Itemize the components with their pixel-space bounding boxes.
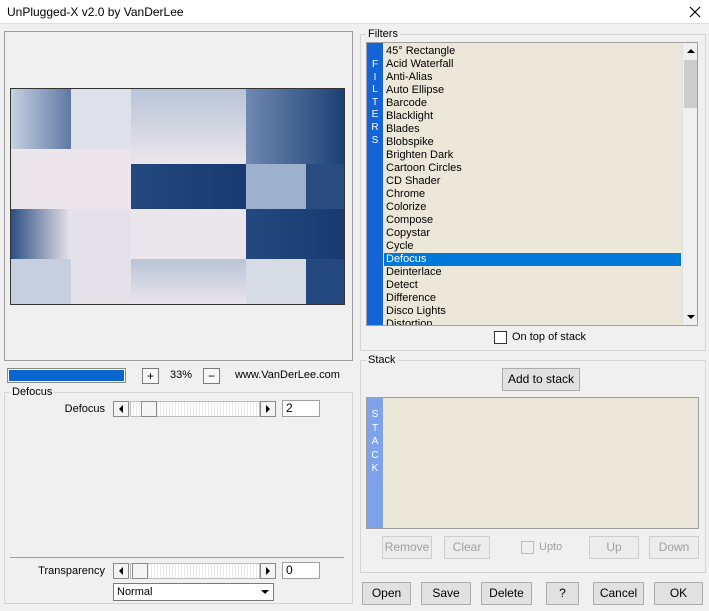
preview-picture	[11, 89, 344, 304]
filter-item[interactable]: 45° Rectangle	[384, 45, 681, 58]
filters-strip-letter: I	[373, 71, 377, 83]
down-button[interactable]: Down	[649, 536, 699, 559]
filter-item[interactable]: Anti-Alias	[384, 71, 681, 84]
triangle-down-icon	[687, 315, 695, 319]
transparency-increase-button[interactable]	[260, 563, 276, 579]
upto-label: Upto	[539, 541, 563, 553]
filter-item[interactable]: Copystar	[384, 227, 681, 240]
filter-item[interactable]: Acid Waterfall	[384, 58, 681, 71]
remove-button[interactable]: Remove	[382, 536, 432, 559]
filters-legend: Filters	[366, 28, 400, 40]
arrow-left-icon	[119, 405, 123, 413]
add-to-stack-button[interactable]: Add to stack	[502, 368, 580, 391]
filter-item[interactable]: Deinterlace	[384, 266, 681, 279]
stack-strip-letter: C	[371, 449, 379, 461]
filter-item[interactable]: Defocus	[384, 253, 681, 266]
zoom-level: 33%	[170, 369, 193, 381]
blend-mode-select[interactable]: Normal	[113, 583, 274, 601]
filter-item[interactable]: Auto Ellipse	[384, 84, 681, 97]
transparency-slider-thumb[interactable]	[132, 563, 148, 579]
on-top-of-stack-label: On top of stack	[512, 331, 586, 343]
transparency-value-field[interactable]: 0	[282, 562, 320, 579]
upto-checkbox[interactable]	[521, 541, 534, 554]
delete-button[interactable]: Delete	[481, 582, 532, 605]
defocus-increase-button[interactable]	[260, 401, 276, 417]
filter-item[interactable]: Cartoon Circles	[384, 162, 681, 175]
open-button[interactable]: Open	[362, 582, 411, 605]
cancel-button[interactable]: Cancel	[593, 582, 644, 605]
scroll-up-button[interactable]	[683, 43, 697, 59]
triangle-up-icon	[687, 49, 695, 53]
defocus-decrease-button[interactable]	[113, 401, 129, 417]
stack-side-strip: STACK	[367, 398, 383, 528]
preview-image[interactable]	[10, 88, 345, 305]
stack-strip-letter: K	[371, 463, 379, 474]
filter-item[interactable]: Blobspike	[384, 136, 681, 149]
filters-strip-letter: E	[371, 109, 379, 121]
filter-item[interactable]: Distortion	[384, 318, 681, 325]
filters-strip-letter: R	[371, 121, 379, 133]
filter-item[interactable]: Blades	[384, 123, 681, 136]
settings-legend: Defocus	[10, 386, 55, 398]
filters-strip-letter: T	[371, 96, 379, 108]
filter-item[interactable]: Disco Lights	[384, 305, 681, 318]
scroll-thumb[interactable]	[684, 60, 697, 108]
blend-mode-value: Normal	[117, 586, 153, 598]
stack-strip-letter: T	[371, 422, 379, 434]
transparency-label: Transparency	[38, 565, 105, 577]
save-button[interactable]: Save	[421, 582, 471, 605]
defocus-value-field[interactable]: 2	[282, 400, 320, 417]
defocus-slider-thumb[interactable]	[140, 401, 157, 417]
transparency-decrease-button[interactable]	[113, 563, 129, 579]
filters-vertical-label: FILTERS	[367, 43, 383, 147]
zoom-in-button[interactable]: +	[142, 368, 159, 384]
render-progress-bar	[7, 368, 126, 383]
stack-strip-letter: A	[371, 436, 379, 447]
arrow-right-icon	[266, 567, 270, 575]
filter-item[interactable]: Compose	[384, 214, 681, 227]
up-button[interactable]: Up	[589, 536, 639, 559]
filters-strip-letter: S	[371, 134, 379, 146]
clear-button[interactable]: Clear	[444, 536, 490, 559]
close-button[interactable]	[684, 2, 706, 22]
filter-item[interactable]: Brighten Dark	[384, 149, 681, 162]
zoom-out-button[interactable]: −	[203, 368, 220, 384]
filters-items: 45° Rectangle Acid Waterfall Anti-Alias Aut…	[384, 45, 681, 325]
transparency-slider-track[interactable]	[130, 563, 260, 579]
website-link[interactable]: www.VanDerLee.com	[235, 369, 340, 381]
chevron-down-icon	[261, 590, 269, 594]
filters-scrollbar[interactable]	[682, 43, 697, 325]
filter-item[interactable]: Chrome	[384, 188, 681, 201]
filter-item[interactable]: CD Shader	[384, 175, 681, 188]
filter-item[interactable]: Cycle	[384, 240, 681, 253]
close-icon	[689, 6, 701, 18]
help-button[interactable]: ?	[546, 582, 579, 605]
window-title: UnPlugged-X v2.0 by VanDerLee	[7, 5, 184, 19]
arrow-right-icon	[266, 405, 270, 413]
ok-button[interactable]: OK	[654, 582, 703, 605]
arrow-left-icon	[119, 567, 123, 575]
scroll-down-button[interactable]	[683, 309, 697, 325]
filters-strip-letter: F	[371, 59, 379, 70]
filters-list[interactable]: FILTERS 45° Rectangle Acid Waterfall Anti-…	[366, 42, 698, 326]
stack-legend: Stack	[366, 354, 398, 366]
stack-strip-letter: S	[371, 409, 379, 420]
filters-strip-letter: L	[372, 84, 378, 96]
dropdown-button[interactable]	[257, 584, 273, 600]
divider	[10, 557, 344, 558]
filters-side-strip: FILTERS	[367, 43, 383, 325]
defocus-label: Defocus	[64, 403, 105, 415]
filter-item[interactable]: Difference	[384, 292, 681, 305]
filter-item[interactable]: Barcode	[384, 97, 681, 110]
filter-item[interactable]: Colorize	[384, 201, 681, 214]
progress-fill	[9, 370, 124, 381]
stack-vertical-label: STACK	[367, 398, 383, 476]
stack-list[interactable]: STACK	[366, 397, 699, 529]
filter-item[interactable]: Blacklight	[384, 110, 681, 123]
on-top-of-stack-checkbox[interactable]	[494, 331, 507, 344]
filter-item[interactable]: Detect	[384, 279, 681, 292]
